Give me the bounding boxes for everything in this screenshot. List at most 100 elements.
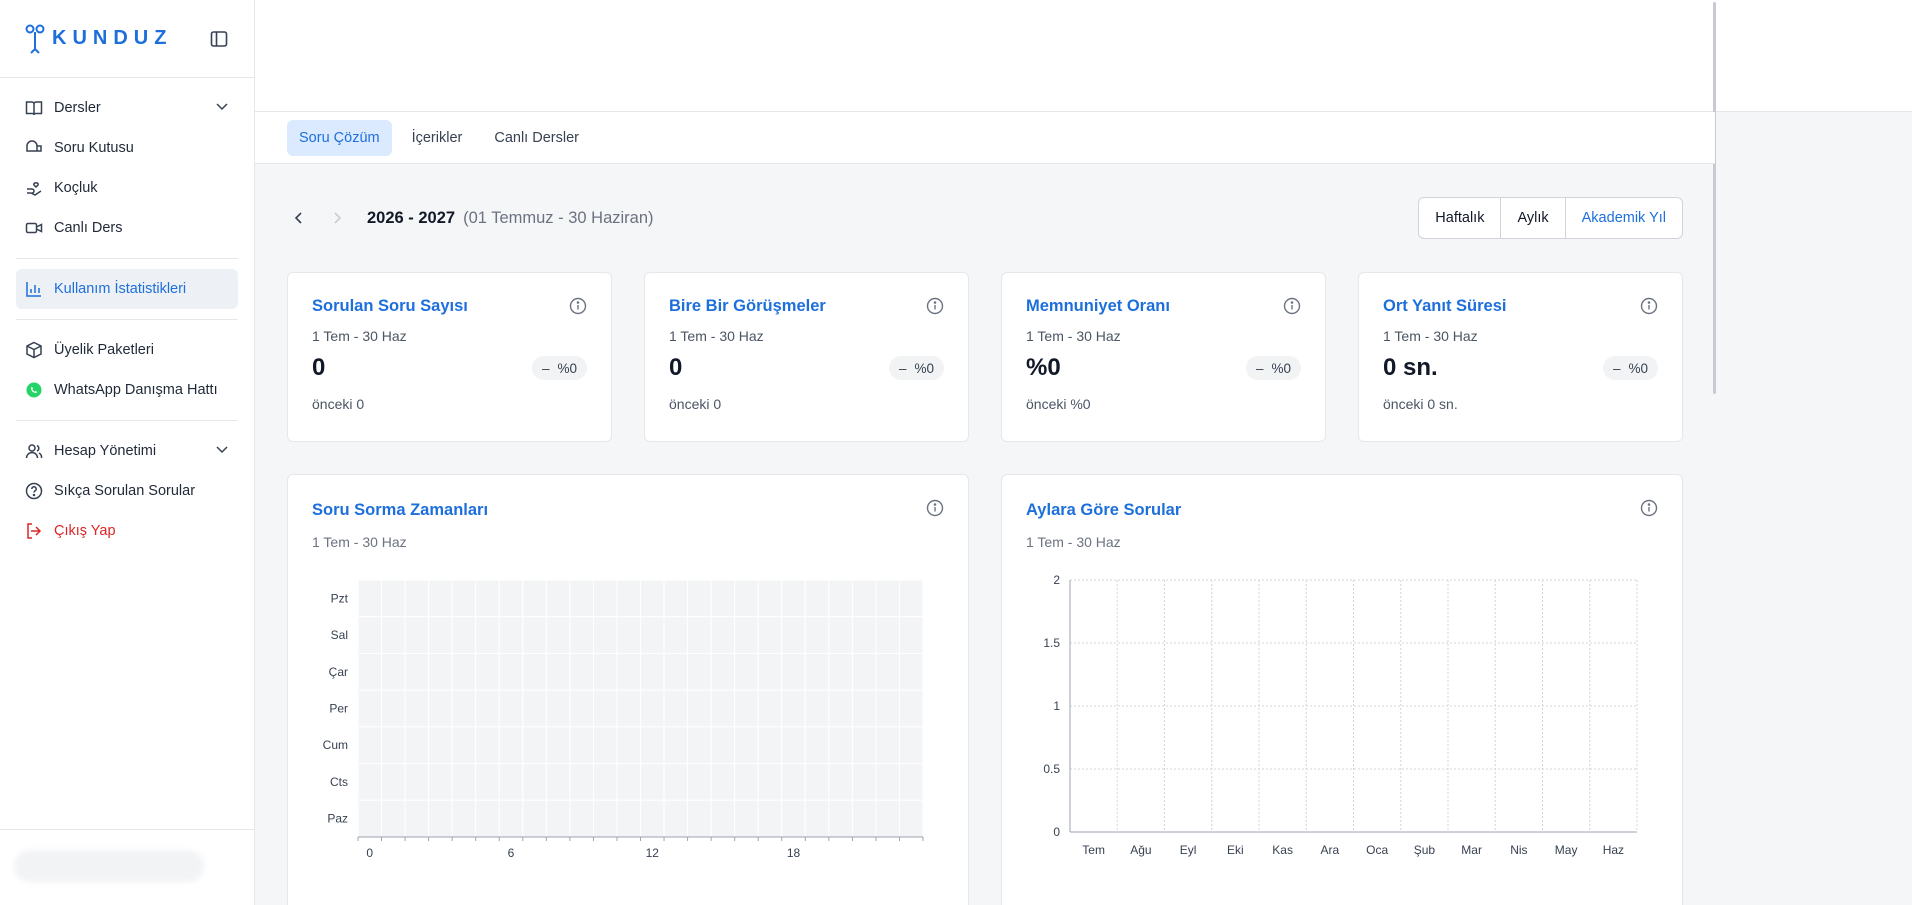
sidebar-item-soru-kutusu[interactable]: Soru Kutusu bbox=[16, 128, 238, 168]
heatmap-cell bbox=[592, 579, 618, 618]
heatmap-cell bbox=[781, 689, 806, 728]
sidebar-item-kocluk[interactable]: Koçluk bbox=[16, 168, 238, 208]
heatmap-cell bbox=[687, 689, 712, 728]
change-value: %0 bbox=[914, 360, 934, 376]
monthly-y-label: 0.5 bbox=[1043, 762, 1060, 776]
chart-cards: Soru Sorma Zamanları 1 Tem - 30 Haz Pzt S… bbox=[287, 474, 1683, 905]
change-badge: – %0 bbox=[531, 356, 587, 380]
info-icon[interactable] bbox=[569, 297, 587, 315]
heatmap-cell bbox=[710, 763, 736, 801]
heatmap-cell bbox=[545, 652, 571, 691]
heatmap-cell bbox=[592, 726, 618, 765]
heatmap-cell bbox=[428, 652, 453, 691]
heatmap-cell bbox=[757, 689, 783, 728]
heatmap-cell bbox=[569, 579, 594, 618]
monthly-x-label: May bbox=[1555, 843, 1578, 857]
heatmap-cell bbox=[851, 689, 877, 728]
heatmap-cell bbox=[710, 616, 736, 654]
heatmap-cell bbox=[687, 652, 712, 691]
info-icon[interactable] bbox=[926, 297, 944, 315]
info-icon[interactable] bbox=[1640, 297, 1658, 315]
dash-icon: – bbox=[541, 360, 550, 376]
heatmap-cell bbox=[804, 799, 830, 838]
sidebar-item-cikis-yap[interactable]: Çıkış Yap bbox=[16, 511, 238, 551]
sidebar-collapse-button[interactable] bbox=[208, 28, 230, 50]
sidebar-item-sss[interactable]: Sıkça Sorulan Sorular bbox=[16, 471, 238, 511]
next-period-button[interactable] bbox=[325, 206, 349, 230]
heatmap-cell bbox=[687, 616, 712, 654]
sidebar-item-label: Üyelik Paketleri bbox=[54, 342, 154, 358]
option-akademik-yil[interactable]: Akademik Yıl bbox=[1564, 198, 1682, 238]
monthly-y-label: 1 bbox=[1053, 699, 1060, 713]
heatmap-cell bbox=[687, 579, 712, 618]
heatmap-cell bbox=[428, 799, 453, 838]
change-value: %0 bbox=[1628, 360, 1648, 376]
heatmap-cell bbox=[875, 652, 900, 691]
heatmap-cell bbox=[640, 579, 665, 618]
heatmap-cell bbox=[381, 689, 406, 728]
sidebar-item-label: Sıkça Sorulan Sorular bbox=[54, 483, 196, 499]
stat-previous: önceki 0 bbox=[669, 396, 722, 412]
stat-value: %0 bbox=[1026, 354, 1061, 381]
heatmap-cell bbox=[357, 799, 383, 838]
monthly-x-label: Eyl bbox=[1180, 843, 1197, 857]
tab-canli-dersler[interactable]: Canlı Dersler bbox=[482, 120, 591, 156]
sidebar-item-kullanim-istatistikleri[interactable]: Kullanım İstatistikleri bbox=[16, 269, 238, 309]
sidebar-item-label: Hesap Yönetimi bbox=[54, 443, 157, 459]
sidebar-item-label: Soru Kutusu bbox=[54, 140, 134, 156]
prev-period-button[interactable] bbox=[287, 206, 311, 230]
heatmap-cell bbox=[663, 763, 689, 801]
card-subtitle: 1 Tem - 30 Haz bbox=[1026, 328, 1121, 344]
heatmap-cell bbox=[545, 579, 571, 618]
heatmap-cell bbox=[781, 763, 806, 801]
sidebar-item-canli-ders[interactable]: Canlı Ders bbox=[16, 208, 238, 248]
option-haftalik[interactable]: Haftalık bbox=[1419, 198, 1500, 238]
heatmap-cell bbox=[592, 689, 618, 728]
heatmap-cell bbox=[428, 689, 453, 728]
sidebar-footer bbox=[0, 829, 254, 905]
logo[interactable]: KUNDUZ bbox=[24, 23, 172, 55]
stat-value: 0 bbox=[669, 354, 683, 381]
heatmap-cell bbox=[428, 763, 453, 801]
heatmap-cell bbox=[522, 616, 547, 654]
heatmap-cell bbox=[781, 799, 806, 838]
heatmap-cell bbox=[757, 652, 783, 691]
heatmap-cell bbox=[687, 763, 712, 801]
heatmap-cell bbox=[804, 689, 830, 728]
heatmap-cell bbox=[569, 689, 594, 728]
info-icon[interactable] bbox=[1283, 297, 1301, 315]
monthly-x-label: Ağu bbox=[1130, 843, 1151, 857]
heatmap-cell bbox=[522, 689, 547, 728]
heatmap-cell bbox=[404, 652, 430, 691]
tab-icerikler[interactable]: İçerikler bbox=[400, 120, 475, 156]
heatmap-y-label: Cum bbox=[323, 738, 348, 752]
sidebar-item-label: Koçluk bbox=[54, 180, 98, 196]
heatmap-cell bbox=[616, 726, 642, 765]
sidebar-item-dersler[interactable]: Dersler bbox=[16, 88, 238, 128]
heatmap-cell bbox=[522, 763, 547, 801]
sidebar-item-whatsapp[interactable]: WhatsApp Danışma Hattı bbox=[16, 370, 238, 410]
monthly-x-label: Kas bbox=[1272, 843, 1293, 857]
heatmap-cell bbox=[545, 799, 571, 838]
brand-name: KUNDUZ bbox=[52, 27, 173, 49]
sidebar-item-uyelik-paketleri[interactable]: Üyelik Paketleri bbox=[16, 330, 238, 370]
period-granularity-toggle: Haftalık Aylık Akademik Yıl bbox=[1418, 197, 1683, 239]
stat-previous: önceki %0 bbox=[1026, 396, 1091, 412]
heatmap-cell bbox=[781, 652, 806, 691]
period-year: 2026 - 2027 bbox=[367, 208, 456, 227]
heatmap-cell bbox=[710, 652, 736, 691]
divider bbox=[16, 258, 238, 259]
heatmap-cell bbox=[475, 689, 500, 728]
heatmap-cell bbox=[734, 726, 759, 765]
monthly-bar-chart: 0 0.5 1 1.5 2 Tem Ağu Eyl Eki Kas Ara Oca Şub Mar Nis M… bbox=[1043, 573, 1638, 857]
heatmap-cell bbox=[475, 579, 500, 618]
option-aylik[interactable]: Aylık bbox=[1500, 198, 1564, 238]
heatmap-cell bbox=[498, 763, 524, 801]
monthly-x-label: Eki bbox=[1227, 843, 1244, 857]
heatmap-cell bbox=[404, 763, 430, 801]
tab-soru-cozum[interactable]: Soru Çözüm bbox=[287, 119, 392, 156]
heatmap-cell bbox=[616, 579, 642, 618]
stat-previous: önceki 0 bbox=[312, 396, 365, 412]
heatmap-cell bbox=[381, 652, 406, 691]
sidebar-item-hesap-yonetimi[interactable]: Hesap Yönetimi bbox=[16, 431, 238, 471]
